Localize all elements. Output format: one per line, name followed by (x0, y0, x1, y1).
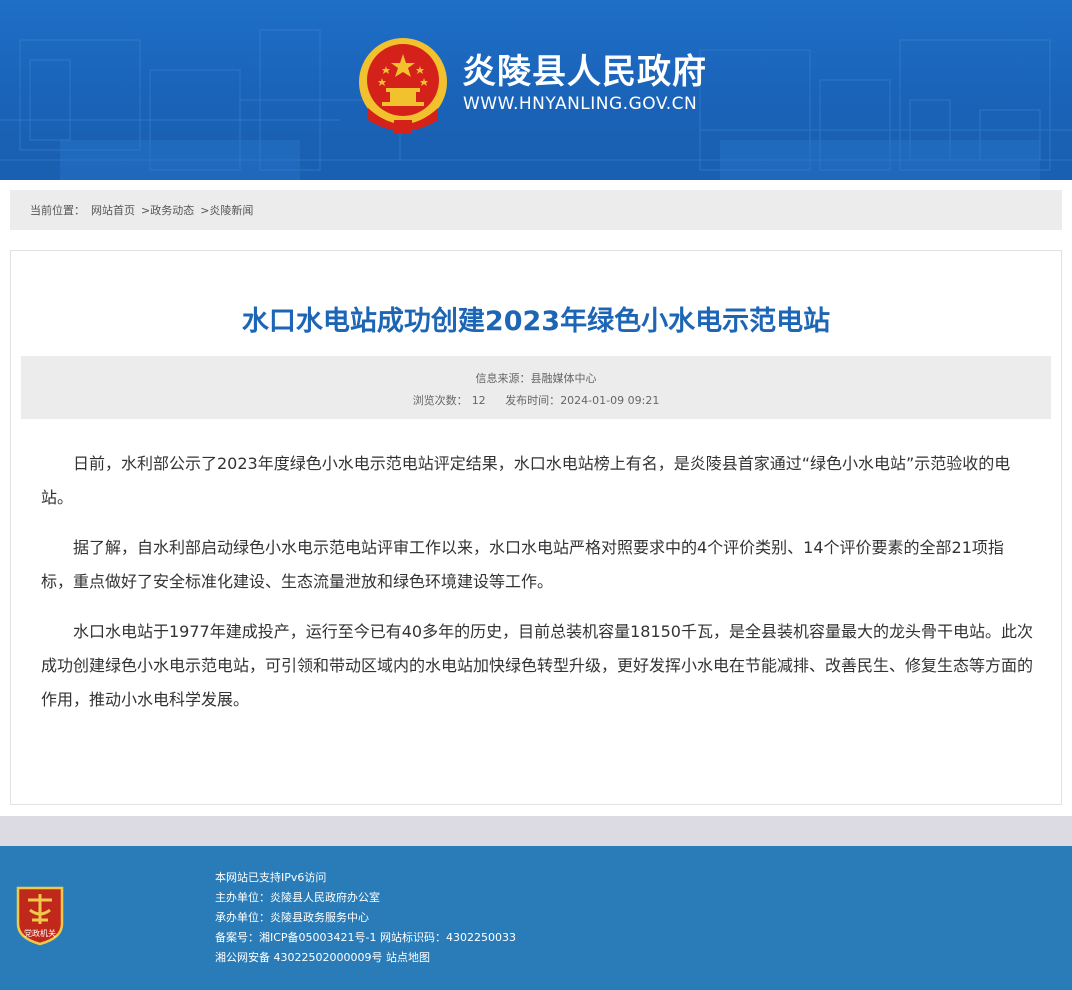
publish-time: 发布时间：2024-01-09 09:21 (505, 394, 660, 407)
footer-sponsor: 主办单位：炎陵县人民政府办公室 (215, 891, 380, 904)
article-container: 水口水电站成功创建2023年绿色小水电示范电站 信息来源：县融媒体中心 浏览次数… (10, 250, 1062, 805)
article-paragraph: 日前，水利部公示了2023年度绿色小水电示范电站评定结果，水口水电站榜上有名，是… (41, 454, 1011, 507)
site-footer: 党政机关 本网站已支持IPv6访问 主办单位：炎陵县人民政府办公室 承办单位：炎… (0, 846, 1072, 990)
footer-icp[interactable]: 备案号：湘ICP备05003421号-1 网站标识码：4302250033 (215, 928, 516, 948)
article-paragraph: 水口水电站于1977年建成投产，运行至今已有40多年的历史，目前总装机容量181… (41, 622, 1034, 709)
breadcrumb-home-link[interactable]: 网站首页 (91, 202, 135, 218)
article-paragraph: 据了解，自水利部启动绿色小水电示范电站评审工作以来，水口水电站严格对照要求中的4… (41, 538, 1004, 591)
article-title: 水口水电站成功创建2023年绿色小水电示范电站 (241, 306, 831, 337)
view-count: 浏览次数： 12 (412, 394, 486, 407)
article-stats: 浏览次数： 12 发布时间：2024-01-09 09:21 (21, 392, 1051, 408)
badge-text: 党政机关 (24, 928, 56, 938)
site-header: 炎陵县人民政府 WWW.HNYANLING.GOV.CN (0, 0, 1072, 180)
article-meta: 信息来源：县融媒体中心 浏览次数： 12 发布时间：2024-01-09 09:2… (21, 356, 1051, 419)
national-emblem-icon (359, 38, 447, 134)
breadcrumb-yanling-news-link[interactable]: >炎陵新闻 (200, 202, 253, 218)
footer-police-record[interactable]: 湘公网安备 43022502000009号 站点地图 (215, 948, 516, 968)
divider-band (0, 816, 1072, 846)
article-source: 信息来源：县融媒体中心 (475, 372, 597, 385)
breadcrumb-label: 当前位置： (30, 204, 85, 217)
article-body: 日前，水利部公示了2023年度绿色小水电示范电站评定结果，水口水电站榜上有名，是… (41, 447, 1033, 733)
footer-info: 本网站已支持IPv6访问 主办单位：炎陵县人民政府办公室 承办单位：炎陵县政务服… (215, 868, 516, 968)
footer-organizer: 承办单位：炎陵县政务服务中心 (215, 911, 369, 924)
party-government-badge-icon[interactable]: 党政机关 (14, 884, 66, 946)
site-title[interactable]: 炎陵县人民政府 (462, 44, 707, 93)
breadcrumb: 当前位置： 网站首页 >政务动态 >炎陵新闻 (10, 190, 1062, 230)
site-url[interactable]: WWW.HNYANLING.GOV.CN (463, 94, 697, 114)
breadcrumb-news-link[interactable]: >政务动态 (141, 202, 194, 218)
footer-ipv6: 本网站已支持IPv6访问 (215, 871, 327, 884)
